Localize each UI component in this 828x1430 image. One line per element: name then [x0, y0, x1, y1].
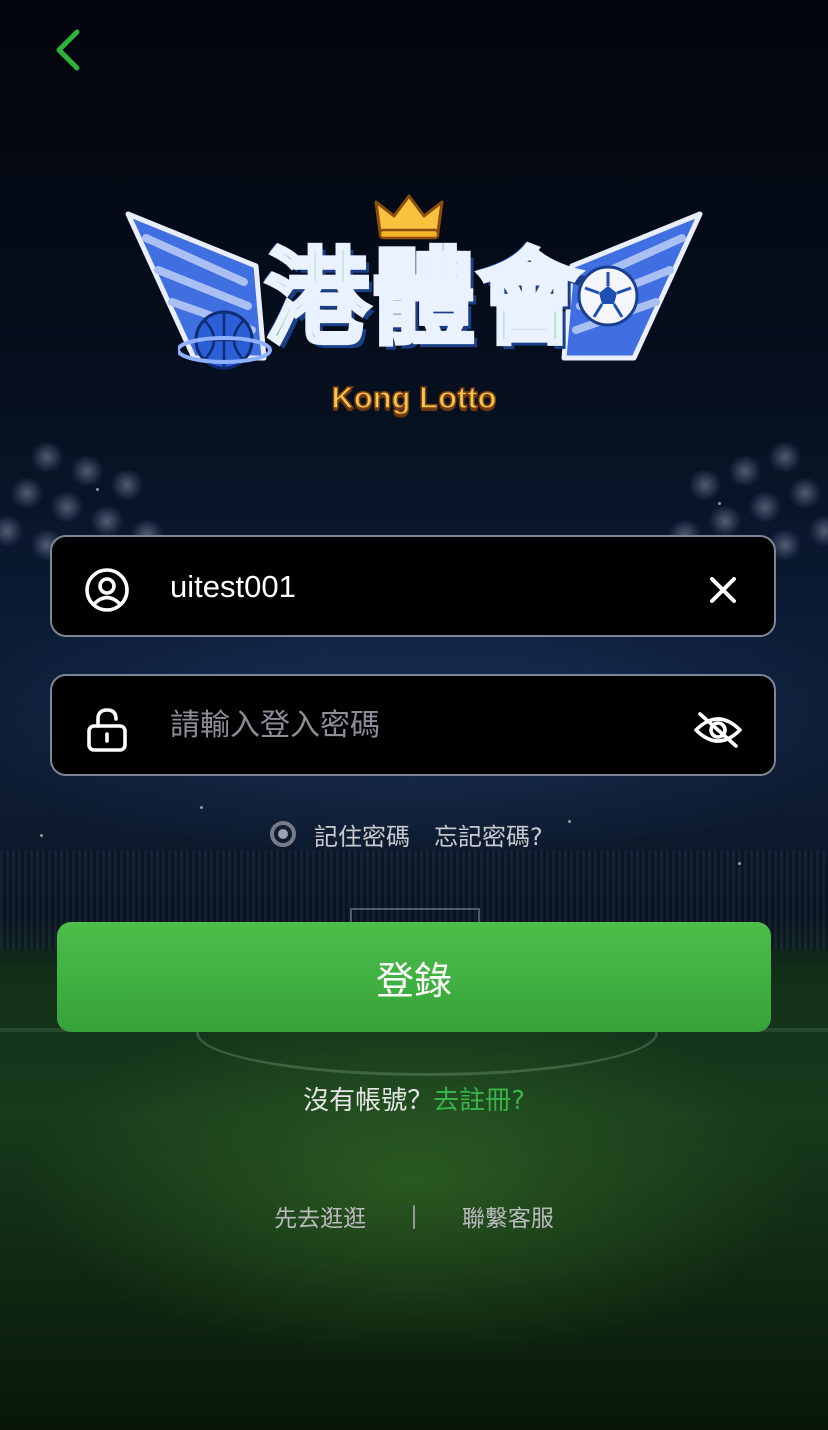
- remember-password-label[interactable]: 記住密碼: [314, 817, 410, 852]
- close-icon[interactable]: [708, 575, 738, 605]
- sparkle: [96, 488, 99, 491]
- brand-logo: 港體會 Kong Lotto: [124, 190, 704, 422]
- browse-link[interactable]: 先去逛逛: [274, 1199, 366, 1233]
- sparkle: [738, 862, 741, 865]
- chevron-left-icon: [56, 29, 80, 71]
- logo-subtitle: Kong Lotto: [331, 379, 498, 416]
- sparkle: [568, 820, 571, 823]
- login-screen: 港體會 Kong Lotto uitest001 請輸入登入密碼 記住密碼 忘記…: [0, 0, 828, 1430]
- back-button[interactable]: [44, 26, 92, 74]
- password-input[interactable]: 請輸入登入密碼: [170, 676, 380, 776]
- sparkle: [40, 834, 43, 837]
- forgot-password-link[interactable]: 忘記密碼?: [434, 817, 543, 852]
- lock-icon: [87, 708, 127, 752]
- contact-support-link[interactable]: 聯繫客服: [462, 1199, 554, 1233]
- remember-row: 記住密碼 忘記密碼?: [270, 812, 543, 856]
- logo-title: 港體會: [263, 236, 583, 360]
- eye-off-icon[interactable]: [692, 710, 744, 750]
- user-icon: [85, 568, 129, 612]
- register-link[interactable]: 去註冊?: [433, 1086, 525, 1116]
- password-field[interactable]: 請輸入登入密碼: [50, 674, 776, 776]
- sparkle: [718, 502, 721, 505]
- crown-icon: [374, 194, 444, 240]
- footer-links: 先去逛逛 | 聯繫客服: [0, 1196, 828, 1236]
- register-row: 沒有帳號？去註冊?: [0, 1080, 828, 1117]
- username-input[interactable]: uitest001: [170, 537, 296, 637]
- register-prompt: 沒有帳號？: [303, 1086, 434, 1116]
- login-button[interactable]: 登錄: [57, 922, 771, 1032]
- footer-separator: |: [410, 1203, 418, 1229]
- remember-password-radio[interactable]: [270, 821, 296, 847]
- username-field[interactable]: uitest001: [50, 535, 776, 637]
- sparkle: [200, 806, 203, 809]
